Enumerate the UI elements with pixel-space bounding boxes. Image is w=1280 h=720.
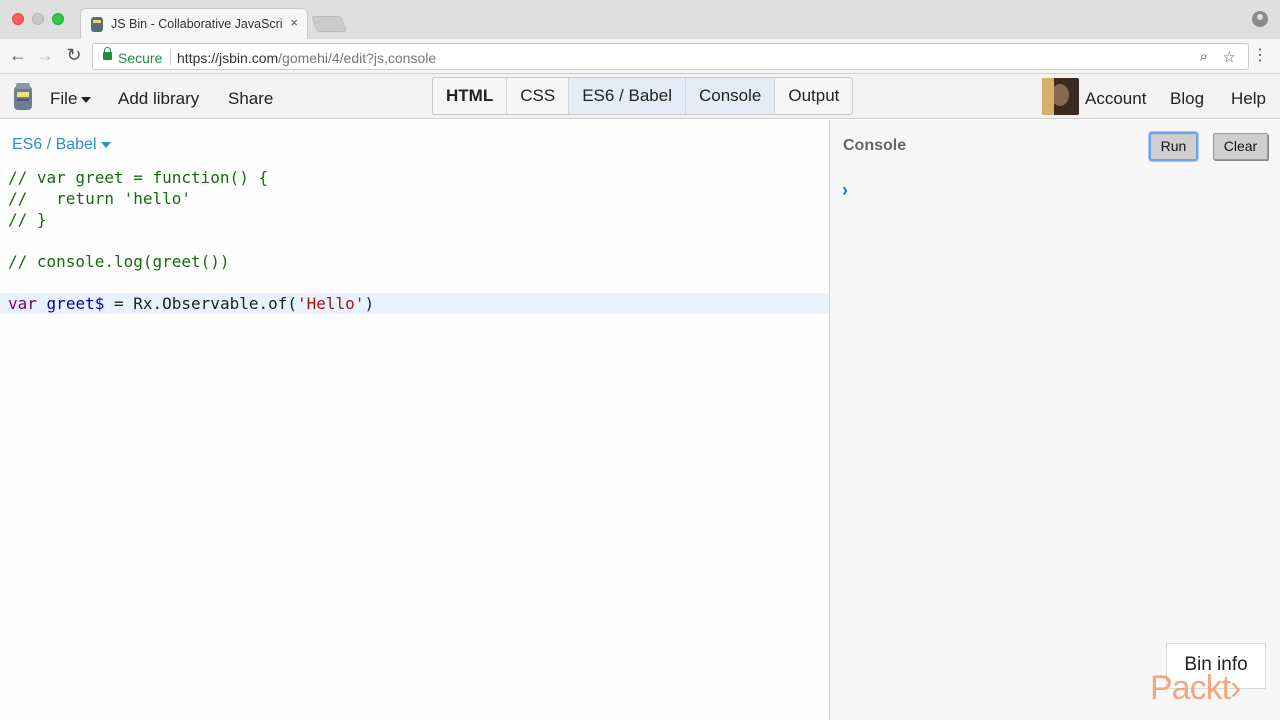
browser-tab[interactable]: JS Bin - Collaborative JavaScri × (80, 8, 308, 39)
blog-link[interactable]: Blog (1170, 89, 1204, 109)
tab-close-icon[interactable]: × (290, 15, 298, 30)
code-lines: // var greet = function() { // return 'h… (8, 167, 374, 314)
jsbin-favicon-icon (91, 17, 103, 32)
console-title: Console (843, 137, 907, 154)
window-minimize-button[interactable] (32, 13, 44, 25)
url-path: /gomehi/4/edit?js,console (278, 50, 437, 66)
new-tab-button[interactable] (311, 16, 347, 32)
code-line: // console.log(greet()) (8, 252, 230, 271)
run-button[interactable]: Run (1149, 132, 1198, 161)
code-line-active: var greet$ = Rx.Observable.of('Hello') (8, 293, 374, 314)
code-string: 'Hello' (297, 294, 365, 313)
tab-es6-babel[interactable]: ES6 / Babel (569, 78, 686, 114)
url-input[interactable]: Secure https://jsbin.com/gomehi/4/edit?j… (92, 43, 1249, 70)
console-panel: Console Run Clear › (830, 120, 1280, 720)
clear-button[interactable]: Clear (1213, 133, 1268, 160)
bookmark-star-icon[interactable]: ☆ (1223, 48, 1236, 66)
code-line: // } (8, 210, 47, 229)
file-menu-label: File (50, 89, 78, 108)
console-prompt-icon[interactable]: › (842, 180, 848, 201)
tab-output[interactable]: Output (775, 78, 852, 114)
lock-icon (103, 47, 112, 60)
language-label: ES6 / Babel (12, 136, 97, 153)
browser-menu-icon[interactable]: ⋮ (1252, 48, 1268, 64)
account-menu[interactable]: Account (1085, 89, 1146, 109)
code-line: // var greet = function() { (8, 168, 269, 187)
packt-watermark: Packt› (1150, 669, 1241, 707)
code-close-paren: ) (364, 294, 375, 313)
code-variable: greet$ (46, 294, 105, 313)
url-separator (170, 49, 171, 65)
file-menu[interactable]: File (50, 89, 92, 109)
secure-label: Secure (118, 50, 163, 66)
tab-html[interactable]: HTML (433, 78, 508, 114)
reload-icon[interactable]: ↻ (63, 45, 85, 66)
url-text: https://jsbin.com/gomehi/4/edit?js,conso… (177, 50, 436, 66)
chevron-down-icon (100, 141, 111, 148)
forward-arrow-icon[interactable]: → (34, 45, 56, 66)
jsbin-logo-icon[interactable] (12, 82, 34, 112)
code-keyword: var (8, 294, 37, 313)
language-selector[interactable]: ES6 / Babel (12, 136, 111, 154)
avatar[interactable] (1042, 78, 1079, 115)
zoom-icon[interactable]: ⌕ (1200, 48, 1208, 65)
window-close-button[interactable] (12, 13, 24, 25)
back-arrow-icon[interactable]: ← (7, 45, 29, 66)
code-editor[interactable]: ES6 / Babel // var greet = function() { … (0, 120, 829, 720)
add-library-button[interactable]: Add library (118, 89, 199, 109)
help-link[interactable]: Help (1231, 89, 1266, 109)
address-bar: ← → ↻ Secure https://jsbin.com/gomehi/4/… (0, 39, 1280, 74)
panel-switcher: HTML CSS ES6 / Babel Console Output (432, 77, 854, 115)
code-expression: = Rx.Observable.of( (104, 294, 297, 313)
share-button[interactable]: Share (228, 89, 273, 109)
url-host: https://jsbin.com (177, 50, 279, 66)
tab-css[interactable]: CSS (507, 78, 570, 114)
window-maximize-button[interactable] (52, 13, 64, 25)
chevron-down-icon (81, 96, 92, 103)
tab-console[interactable]: Console (685, 78, 776, 114)
code-line: // return 'hello' (8, 189, 192, 208)
browser-titlebar: JS Bin - Collaborative JavaScri × (0, 0, 1280, 39)
profile-icon[interactable] (1252, 11, 1268, 27)
tab-title: JS Bin - Collaborative JavaScri (111, 17, 283, 31)
jsbin-toolbar: File Add library Share HTML CSS ES6 / Ba… (0, 74, 1280, 119)
